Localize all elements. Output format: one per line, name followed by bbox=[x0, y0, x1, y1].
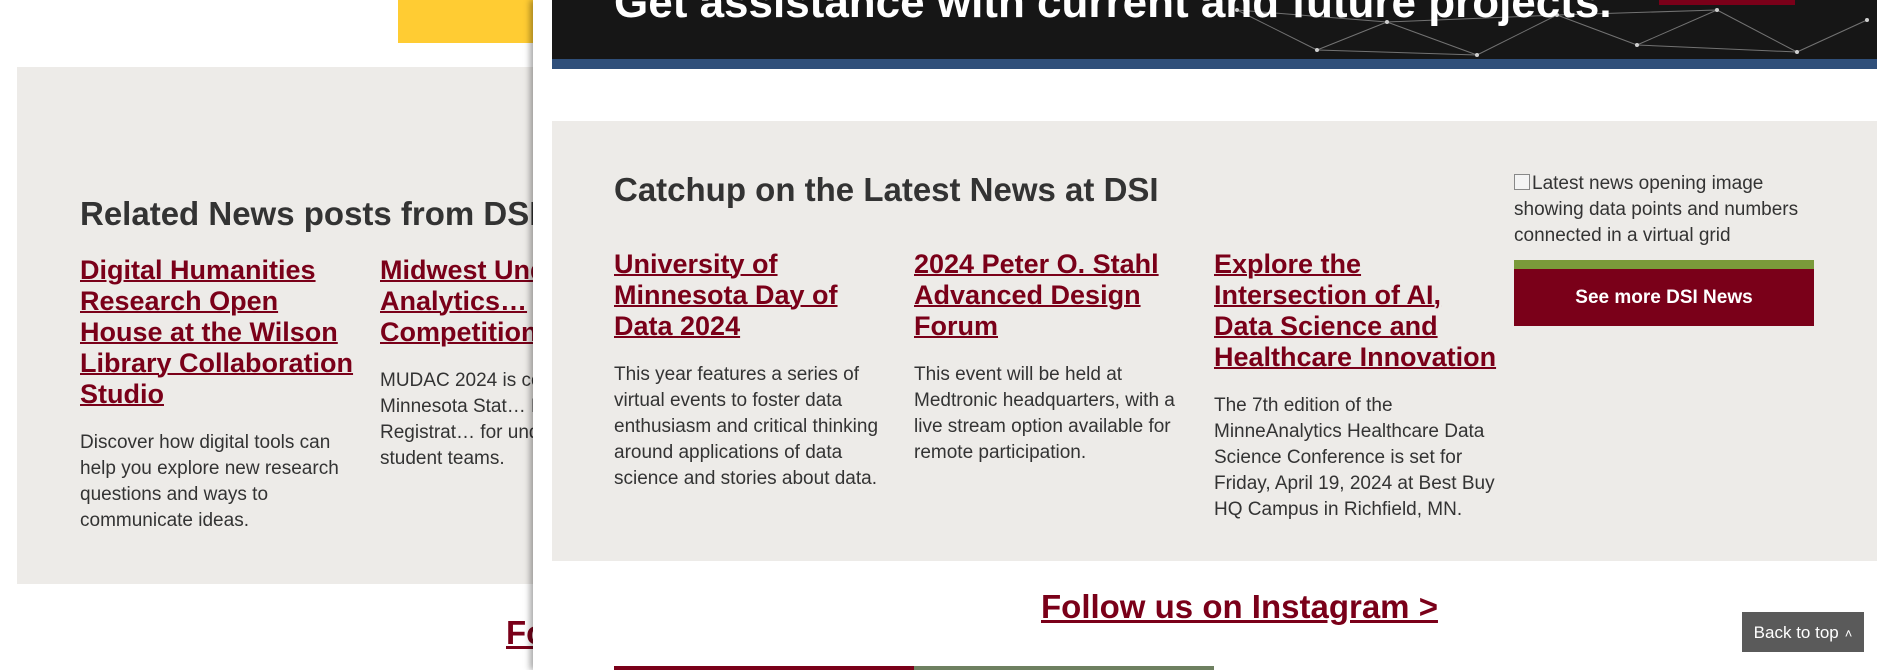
news-card: University of Minnesota Day of Data 2024… bbox=[614, 249, 899, 492]
hero-banner: Get assistance with current and future p… bbox=[552, 0, 1877, 59]
follow-instagram-link[interactable]: Follow us on Instagram > bbox=[1041, 588, 1438, 626]
news-card: 2024 Peter O. Stahl Advanced Design Foru… bbox=[914, 249, 1199, 466]
hero-divider bbox=[552, 59, 1877, 69]
image-alt-text: Latest news opening image showing data p… bbox=[1514, 173, 1799, 246]
related-news-heading: Related News posts from DSI bbox=[80, 195, 539, 232]
news-summary: This event will be held at Medtronic hea… bbox=[914, 364, 1175, 463]
see-more-news-button[interactable]: See more DSI News bbox=[1514, 269, 1814, 326]
latest-news-section: Catchup on the Latest News at DSI Univer… bbox=[552, 121, 1877, 561]
news-title-link[interactable]: Explore the Intersection of AI, Data Sci… bbox=[1214, 249, 1499, 373]
hero-cta-button[interactable] bbox=[1659, 0, 1795, 5]
related-news-title-link[interactable]: Digital Humanities Research Open House a… bbox=[80, 255, 365, 410]
news-opening-image: Latest news opening image showing data p… bbox=[1514, 171, 1814, 249]
news-card: Explore the Intersection of AI, Data Sci… bbox=[1214, 249, 1499, 523]
background-yellow-button[interactable] bbox=[398, 0, 540, 43]
news-summary: This year features a series of virtual e… bbox=[614, 364, 879, 489]
related-news-summary: Discover how digital tools can help you … bbox=[80, 432, 339, 531]
latest-news-heading: Catchup on the Latest News at DSI bbox=[614, 171, 1159, 208]
hero-title: Get assistance with current and future p… bbox=[614, 0, 1612, 27]
broken-image-icon bbox=[1514, 174, 1530, 190]
back-to-top-label: Back to top bbox=[1753, 623, 1839, 642]
accent-bar bbox=[1514, 260, 1814, 269]
bottom-image-strip bbox=[614, 666, 914, 670]
news-title-link[interactable]: 2024 Peter O. Stahl Advanced Design Foru… bbox=[914, 249, 1199, 342]
news-sidebar: Latest news opening image showing data p… bbox=[1514, 171, 1814, 326]
related-news-card: Digital Humanities Research Open House a… bbox=[80, 255, 365, 534]
back-to-top-button[interactable]: Back to top ˄ bbox=[1742, 612, 1864, 652]
chevron-up-icon: ˄ bbox=[1844, 626, 1853, 641]
news-title-link[interactable]: University of Minnesota Day of Data 2024 bbox=[614, 249, 899, 342]
bottom-image-strip bbox=[914, 666, 1214, 670]
news-summary: The 7th edition of the MinneAnalytics He… bbox=[1214, 395, 1495, 520]
news-overlay-panel: Get assistance with current and future p… bbox=[533, 0, 1897, 670]
